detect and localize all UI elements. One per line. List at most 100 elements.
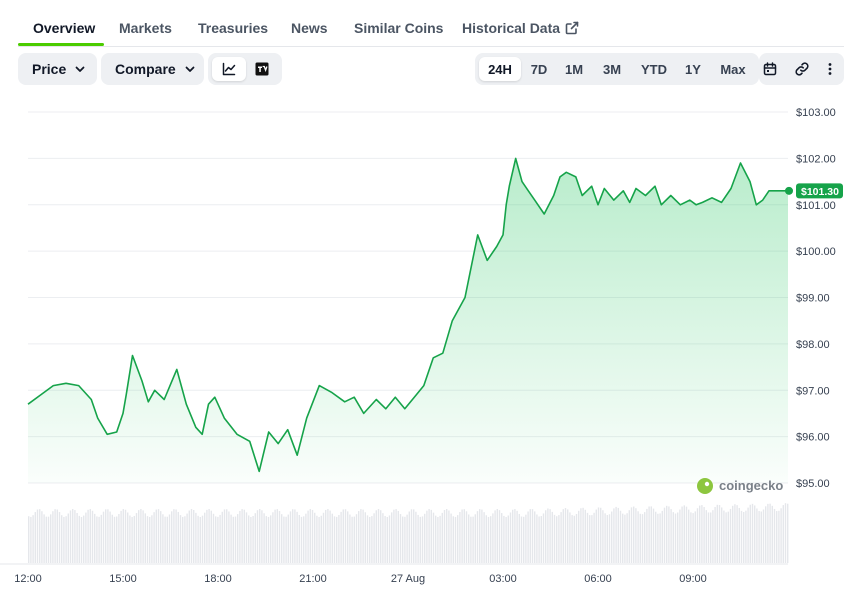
volume-bar: [305, 513, 307, 563]
tradingview-chart-button[interactable]: [246, 57, 278, 81]
volume-bar: [386, 516, 388, 563]
volume-bar: [472, 516, 474, 563]
tab-news[interactable]: News: [291, 20, 328, 36]
y-tick-label: $96.00: [796, 432, 830, 444]
volume-bar: [353, 516, 355, 563]
volume-bar: [439, 515, 441, 563]
volume-bar: [646, 508, 648, 563]
price-dropdown[interactable]: Price: [18, 53, 97, 85]
range-max[interactable]: Max: [713, 57, 753, 81]
volume-bar: [168, 514, 171, 563]
price-area-fill: [28, 158, 788, 483]
volume-bar: [492, 513, 494, 563]
tab-treasuries[interactable]: Treasuries: [198, 20, 268, 36]
range-3m[interactable]: 3M: [595, 57, 629, 81]
volume-bar: [179, 515, 182, 563]
volume-bar: [474, 514, 476, 563]
volume-bar: [707, 512, 710, 563]
line-chart-button[interactable]: [212, 57, 246, 81]
volume-bar: [118, 513, 120, 563]
tab-overview[interactable]: Overview: [33, 20, 95, 36]
volume-bar: [256, 510, 259, 563]
volume-bar: [347, 511, 349, 563]
volume-bar: [670, 509, 672, 563]
volume-bar: [63, 516, 65, 563]
volume-bar: [47, 516, 50, 563]
volume-bar: [382, 513, 384, 563]
volume-bar: [536, 514, 538, 563]
volume-bar: [197, 515, 199, 563]
volume-bar: [611, 511, 613, 563]
tab-historical-data-label: Historical Data: [462, 20, 561, 36]
volume-bar: [534, 511, 536, 563]
volume-bar: [776, 511, 778, 563]
volume-bar: [666, 505, 668, 563]
x-axis: 12:00 15:00 18:00 21:00 27 Aug 03:00 06:00 09:0…: [0, 563, 788, 585]
volume-bar: [28, 516, 30, 563]
volume-bar: [316, 515, 318, 563]
volume-bar: [245, 512, 248, 563]
volume-bar: [171, 511, 173, 563]
volume-bar: [72, 509, 74, 563]
volume-bar: [210, 510, 212, 563]
tab-similar-coins[interactable]: Similar Coins: [354, 20, 443, 36]
y-axis: $103.00 $102.00 $101.00 $100.00 $99.00 $98.00…: [796, 107, 836, 490]
volume-bar: [272, 512, 274, 563]
volume-bar: [80, 516, 83, 563]
volume-bar: [184, 516, 186, 563]
volume-bar: [351, 516, 353, 563]
volume-bar: [490, 516, 492, 563]
compare-dropdown-label: Compare: [115, 61, 176, 77]
volume-bar: [549, 509, 551, 563]
volume-bar: [102, 511, 105, 563]
volume-bar: [166, 516, 168, 563]
volume-bar: [122, 509, 124, 563]
more-options-button[interactable]: [818, 53, 842, 85]
volume-bar: [435, 515, 437, 563]
volume-bar: [56, 509, 58, 563]
volume-bar: [468, 514, 470, 563]
volume-bar: [452, 516, 454, 563]
volume-bar: [113, 516, 116, 563]
volume-bar: [287, 514, 289, 563]
volume-bar: [164, 516, 166, 563]
volume-bar: [223, 509, 226, 563]
volume-bar: [278, 511, 281, 563]
tab-markets[interactable]: Markets: [119, 20, 172, 36]
volume-bar: [652, 508, 655, 563]
range-1y[interactable]: 1Y: [679, 57, 707, 81]
volume-bar: [331, 513, 333, 563]
share-link-button[interactable]: [790, 53, 814, 85]
tab-historical-data[interactable]: Historical Data: [462, 20, 579, 36]
volume-bar: [309, 509, 311, 563]
volume-bar: [754, 505, 756, 563]
volume-bar: [699, 505, 701, 563]
volume-bar: [672, 512, 674, 563]
volume-bar: [765, 506, 767, 563]
volume-bar: [721, 507, 723, 563]
volume-bar: [234, 516, 237, 563]
volume-bar: [538, 516, 540, 563]
volume-bar: [248, 515, 250, 563]
volume-bar: [606, 515, 608, 563]
range-24h[interactable]: 24H: [479, 57, 521, 81]
price-chart[interactable]: $103.00 $102.00 $101.00 $100.00 $99.00 $98.00…: [0, 95, 866, 597]
volume-bar: [127, 512, 129, 563]
volume-bar: [738, 507, 740, 563]
volume-bar: [311, 509, 314, 563]
range-ytd[interactable]: YTD: [636, 57, 672, 81]
compare-dropdown[interactable]: Compare: [101, 53, 204, 85]
range-7d[interactable]: 7D: [523, 57, 555, 81]
volume-bar: [525, 514, 527, 563]
volume-bar: [157, 509, 160, 563]
volume-bar: [206, 509, 208, 563]
volume-bar: [344, 509, 347, 563]
volume-bar: [551, 511, 553, 563]
volume-bar: [43, 514, 45, 563]
x-tick-label: 12:00: [14, 573, 42, 585]
volume-bar: [723, 510, 725, 563]
calendar-button[interactable]: [758, 53, 782, 85]
volume-bar: [333, 516, 336, 563]
range-1m[interactable]: 1M: [558, 57, 590, 81]
volume-bar: [325, 509, 327, 563]
